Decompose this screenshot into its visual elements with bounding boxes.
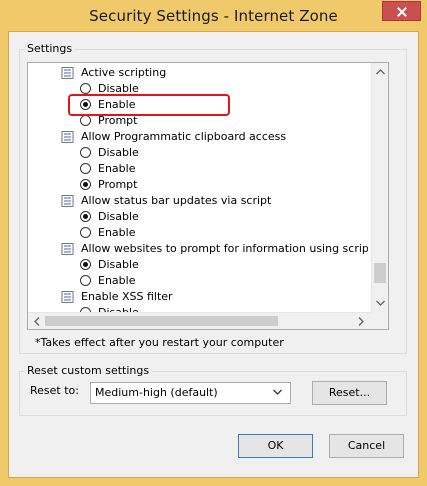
setting-category-label: Allow Programmatic clipboard access <box>81 130 287 143</box>
setting-category-label: Allow status bar updates via script <box>81 194 272 207</box>
scroll-down-arrow-icon[interactable] <box>376 300 385 306</box>
reset-level-value: Medium-high (default) <box>95 386 218 399</box>
radio-button-selected[interactable] <box>80 211 91 222</box>
scroll-right-arrow-icon[interactable] <box>358 317 364 326</box>
radio-label: Disable <box>98 146 139 159</box>
radio-button[interactable] <box>80 115 91 126</box>
radio-button-selected[interactable] <box>80 179 91 190</box>
settings-page-icon <box>61 67 74 79</box>
settings-page-icon <box>61 243 74 255</box>
settings-page-icon <box>61 195 74 207</box>
radio-label: Enable <box>98 274 136 287</box>
chevron-down-icon <box>273 389 282 395</box>
radio-button[interactable] <box>80 275 91 286</box>
setting-category-label: Enable XSS filter <box>81 290 173 303</box>
setting-category-label: Allow websites to prompt for information… <box>81 242 368 255</box>
security-settings-dialog: Security Settings - Internet Zone Settin… <box>0 0 427 486</box>
close-button[interactable] <box>382 1 421 21</box>
setting-category-label: Active scripting <box>81 66 167 79</box>
reset-level-dropdown[interactable]: Medium-high (default) <box>90 382 291 404</box>
radio-label: Enable <box>98 162 136 175</box>
radio-label: Enable <box>98 226 136 239</box>
ok-button[interactable]: OK <box>238 434 313 458</box>
horizontal-scrollbar[interactable] <box>28 312 372 329</box>
settings-page-icon <box>61 291 74 303</box>
reset-to-label: Reset to: <box>30 384 79 397</box>
restart-note: *Takes effect after you restart your com… <box>35 336 284 349</box>
scroll-left-arrow-icon[interactable] <box>34 317 40 326</box>
reset-group-label: Reset custom settings <box>25 364 152 377</box>
radio-button[interactable] <box>80 227 91 238</box>
window-title: Security Settings - Internet Zone <box>89 7 338 25</box>
vertical-scroll-thumb[interactable] <box>374 263 386 283</box>
radio-label: Disable <box>98 210 139 223</box>
cancel-button[interactable]: Cancel <box>329 434 404 458</box>
settings-group-label: Settings <box>25 42 75 55</box>
vertical-scrollbar[interactable] <box>371 63 388 313</box>
horizontal-scroll-thumb[interactable] <box>45 316 278 326</box>
radio-button-selected[interactable] <box>80 259 91 270</box>
radio-button[interactable] <box>80 147 91 158</box>
reset-button[interactable]: Reset... <box>312 381 387 405</box>
scrollbar-corner <box>371 312 388 329</box>
radio-label: Disable <box>98 258 139 271</box>
title-bar[interactable]: Security Settings - Internet Zone <box>0 0 427 32</box>
radio-button[interactable] <box>80 163 91 174</box>
settings-page-icon <box>61 131 74 143</box>
radio-label: Prompt <box>98 178 138 191</box>
scroll-up-arrow-icon[interactable] <box>376 69 385 75</box>
annotation-highlight-box <box>68 94 230 116</box>
radio-button[interactable] <box>80 83 91 94</box>
